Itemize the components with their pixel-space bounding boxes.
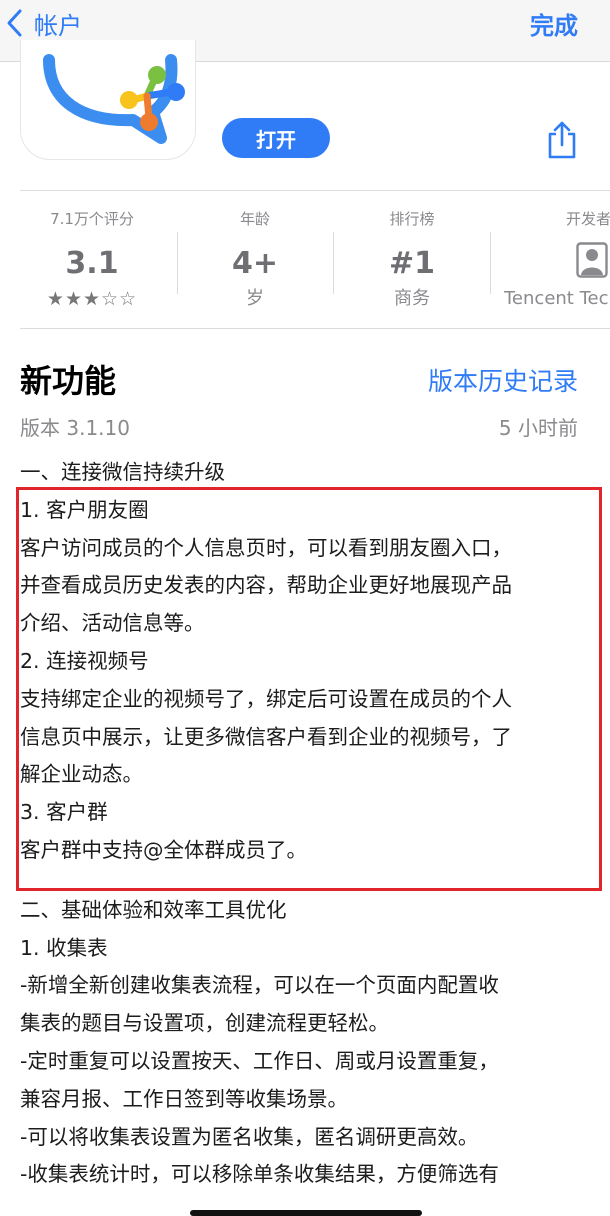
- age-label: 年龄: [239, 210, 270, 228]
- home-indicator: [190, 1210, 422, 1216]
- ratings-count-label: 7.1万个评分: [50, 210, 134, 228]
- chart-category: 商务: [394, 288, 430, 309]
- rating-stars: ★★★☆☆: [46, 288, 138, 310]
- age-info[interactable]: 年龄 4+ 岁: [180, 208, 330, 318]
- chevron-left-icon: [7, 9, 22, 37]
- note-line: 解企业动态。: [20, 762, 143, 787]
- age-value: 4+: [231, 246, 278, 281]
- share-button[interactable]: [546, 120, 578, 160]
- note-line: 客户群中支持@全体群成员了。: [20, 837, 307, 862]
- developer-name: Tencent Technology: [504, 288, 610, 309]
- section-title: 新功能: [20, 362, 117, 400]
- note-line: 3. 客户群: [20, 800, 108, 825]
- note-line: 1. 收集表: [20, 935, 108, 960]
- developer-avatar: [500, 242, 610, 286]
- back-label: 帐户: [34, 11, 82, 40]
- developer-info[interactable]: 开发者 Tencent Technology: [500, 208, 610, 318]
- note-line: 2. 连接视频号: [20, 648, 149, 673]
- divider: [20, 328, 610, 329]
- divider: [177, 232, 178, 294]
- done-button[interactable]: 完成: [530, 6, 578, 40]
- share-icon: [548, 121, 576, 159]
- divider: [20, 190, 610, 191]
- note-line: 客户访问成员的个人信息页时，可以看到朋友圈入口，: [20, 535, 512, 560]
- person-icon: [576, 242, 608, 278]
- note-line: 集表的题目与设置项，创建流程更轻松。: [20, 1011, 389, 1036]
- divider: [333, 232, 334, 294]
- divider: [490, 232, 491, 294]
- version-number: 版本 3.1.10: [20, 416, 130, 440]
- release-notes: 一、连接微信持续升级 1. 客户朋友圈 客户访问成员的个人信息页时，可以看到朋友…: [20, 454, 600, 1194]
- back-button[interactable]: 帐户: [6, 6, 82, 40]
- chat-bubble-logo-icon: [43, 54, 185, 144]
- chart-rank: #1: [388, 246, 435, 281]
- developer-label: 开发者: [566, 210, 610, 228]
- release-time: 5 小时前: [498, 416, 578, 440]
- note-line: -新增全新创建收集表流程，可以在一个页面内配置收: [20, 973, 499, 998]
- rating-value: 3.1: [65, 246, 119, 281]
- chart-info[interactable]: 排行榜 #1 商务: [336, 208, 488, 318]
- version-history-link[interactable]: 版本历史记录: [428, 362, 578, 398]
- note-line: 介绍、活动信息等。: [20, 611, 205, 636]
- note-line: 二、基础体验和效率工具优化: [20, 897, 287, 922]
- note-line: 支持绑定企业的视频号了，绑定后可设置在成员的个人: [20, 686, 512, 711]
- chart-label: 排行榜: [389, 210, 435, 228]
- note-line: -定时重复可以设置按天、工作日、周或月设置重复，: [20, 1048, 499, 1073]
- note-line: 一、连接微信持续升级: [20, 460, 225, 484]
- app-icon: [20, 40, 196, 160]
- age-unit: 岁: [246, 288, 264, 309]
- note-line: 并查看成员历史发表的内容，帮助企业更好地展现产品: [20, 573, 512, 598]
- ratings-info[interactable]: 7.1万个评分 3.1 ★★★☆☆: [22, 208, 162, 318]
- note-line: 兼容月报、工作日签到等收集场景。: [20, 1086, 348, 1111]
- note-line: -收集表统计时，可以移除单条收集结果，方便筛选有: [20, 1162, 499, 1187]
- note-line: 1. 客户朋友圈: [20, 497, 149, 522]
- open-button[interactable]: 打开: [222, 118, 330, 158]
- note-line: 信息页中展示，让更多微信客户看到企业的视频号，了: [20, 724, 512, 749]
- note-line: -可以将收集表设置为匿名收集，匿名调研更高效。: [20, 1124, 479, 1149]
